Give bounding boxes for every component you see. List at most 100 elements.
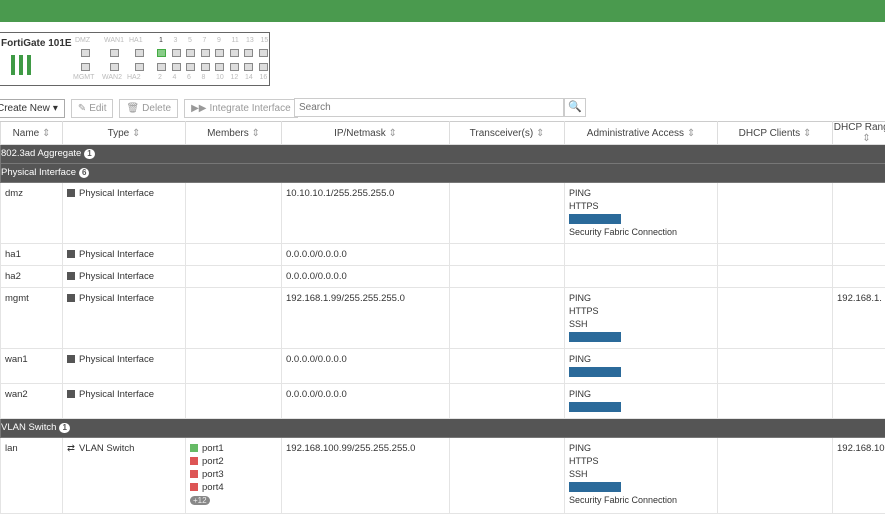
column-header[interactable]: Administrative Access ⇕ — [565, 122, 718, 145]
more-members-badge[interactable]: +12 — [190, 496, 210, 505]
type-cell: ⇄VLAN Switch — [63, 438, 186, 514]
port-number: 11 — [232, 37, 239, 44]
type-cell: Physical Interface — [63, 244, 186, 266]
group-header[interactable]: 802.3ad Aggregate1 — [1, 145, 885, 164]
dhcp-ranges-cell — [833, 349, 885, 384]
dhcp-ranges-cell: 192.168.1. — [833, 288, 885, 349]
column-header[interactable]: DHCP Ranges ⇕ — [833, 122, 885, 145]
column-label: IP/Netmask — [334, 128, 386, 139]
member-item[interactable]: port3 — [190, 468, 277, 481]
port-icon[interactable] — [110, 49, 119, 57]
port-icon[interactable] — [172, 49, 181, 57]
ip-cell: 192.168.100.99/255.255.255.0 — [282, 438, 450, 514]
integrate-label: Integrate Interface — [209, 103, 290, 114]
access-item: SSH — [569, 468, 713, 481]
port-icon[interactable] — [157, 49, 166, 57]
dhcp-clients-cell — [718, 244, 833, 266]
table-row[interactable]: wan1Physical Interface0.0.0.0/0.0.0.0PIN… — [1, 349, 885, 384]
port-number: 14 — [245, 74, 253, 81]
interface-icon — [67, 390, 75, 398]
port-number: 4 — [173, 74, 177, 81]
port-icon[interactable] — [135, 63, 144, 71]
port-icon — [190, 457, 198, 465]
group-label: 802.3ad Aggregate — [1, 148, 81, 159]
edit-button[interactable]: ✎Edit — [71, 99, 114, 118]
port-icon[interactable] — [135, 49, 144, 57]
port-icon[interactable] — [157, 63, 166, 71]
column-header[interactable]: Name ⇕ — [1, 122, 63, 145]
access-cell — [565, 266, 718, 288]
port-icon[interactable] — [201, 49, 210, 57]
column-label: Transceiver(s) — [470, 128, 534, 139]
port-icon[interactable] — [230, 49, 239, 57]
column-header[interactable]: Members ⇕ — [186, 122, 282, 145]
group-count-badge: 6 — [79, 168, 89, 178]
access-item: Security Fabric Connection — [569, 494, 713, 507]
interface-icon — [67, 189, 75, 197]
port-number: 16 — [260, 74, 268, 81]
port-icon[interactable] — [186, 49, 195, 57]
port-icon[interactable] — [81, 49, 90, 57]
port-icon[interactable] — [259, 49, 268, 57]
group-count-badge: 1 — [84, 149, 94, 159]
port-icon[interactable] — [215, 63, 224, 71]
access-cell: PINGHTTPSSSHFMG-AccessSecurity Fabric Co… — [565, 438, 718, 514]
fortinet-logo-icon — [11, 55, 31, 75]
access-item: HTTPS — [569, 305, 713, 318]
group-label: VLAN Switch — [1, 422, 56, 433]
column-header[interactable]: Type ⇕ — [63, 122, 186, 145]
sort-icon: ⇕ — [389, 128, 397, 139]
type-cell: Physical Interface — [63, 183, 186, 244]
member-item[interactable]: port1 — [190, 442, 277, 455]
port-label: HA1 — [129, 37, 143, 44]
ip-cell: 10.10.10.1/255.255.255.0 — [282, 183, 450, 244]
access-item: FMG-Access — [569, 366, 713, 379]
member-item[interactable]: port4 — [190, 481, 277, 494]
dhcp-clients-cell — [718, 183, 833, 244]
name-cell: lan — [1, 438, 63, 514]
port-icon[interactable] — [186, 63, 195, 71]
table-row[interactable]: wan2Physical Interface0.0.0.0/0.0.0.0PIN… — [1, 384, 885, 419]
table-row[interactable]: mgmtPhysical Interface192.168.1.99/255.2… — [1, 288, 885, 349]
delete-button[interactable]: 🗑Delete — [119, 99, 178, 118]
table-row[interactable]: dmzPhysical Interface10.10.10.1/255.255.… — [1, 183, 885, 244]
port-icon[interactable] — [110, 63, 119, 71]
interface-icon — [67, 250, 75, 258]
table-row[interactable]: lan⇄VLAN Switch port1port2port3port4 +12 19… — [1, 438, 885, 514]
search-button[interactable]: 🔍 — [564, 98, 586, 117]
table-row[interactable]: ha1Physical Interface0.0.0.0/0.0.0.0 — [1, 244, 885, 266]
port-number: 15 — [261, 37, 269, 44]
access-item: FMG-Access — [569, 481, 713, 494]
column-header[interactable]: Transceiver(s) ⇕ — [450, 122, 565, 145]
port-icon[interactable] — [244, 63, 253, 71]
port-icon[interactable] — [244, 49, 253, 57]
type-cell: Physical Interface — [63, 384, 186, 419]
members-cell — [186, 244, 282, 266]
fast-forward-icon: ▶▶ — [191, 103, 206, 114]
port-icon[interactable] — [81, 63, 90, 71]
port-icon[interactable] — [172, 63, 181, 71]
member-item[interactable]: port2 — [190, 455, 277, 468]
create-new-button[interactable]: Create New▾ — [0, 99, 65, 118]
switch-icon: ⇄ — [67, 443, 75, 454]
group-header[interactable]: Physical Interface6 — [1, 164, 885, 183]
search-input[interactable] — [294, 98, 564, 117]
delete-label: Delete — [142, 103, 171, 114]
access-item: PING — [569, 187, 713, 200]
port-icon[interactable] — [230, 63, 239, 71]
port-icon[interactable] — [259, 63, 268, 71]
port-icon — [190, 470, 198, 478]
port-icon[interactable] — [215, 49, 224, 57]
port-icon[interactable] — [201, 63, 210, 71]
column-label: Type — [108, 128, 130, 139]
integrate-interface-button[interactable]: ▶▶Integrate Interface — [184, 99, 298, 118]
sort-icon: ⇕ — [132, 128, 140, 139]
group-header[interactable]: VLAN Switch1 — [1, 419, 885, 438]
access-cell: PINGHTTPSFMG-AccessSecurity Fabric Conne… — [565, 183, 718, 244]
sort-icon: ⇕ — [252, 128, 260, 139]
ip-cell: 0.0.0.0/0.0.0.0 — [282, 266, 450, 288]
column-header[interactable]: DHCP Clients ⇕ — [718, 122, 833, 145]
table-row[interactable]: ha2Physical Interface0.0.0.0/0.0.0.0 — [1, 266, 885, 288]
dhcp-clients-cell — [718, 266, 833, 288]
column-header[interactable]: IP/Netmask ⇕ — [282, 122, 450, 145]
